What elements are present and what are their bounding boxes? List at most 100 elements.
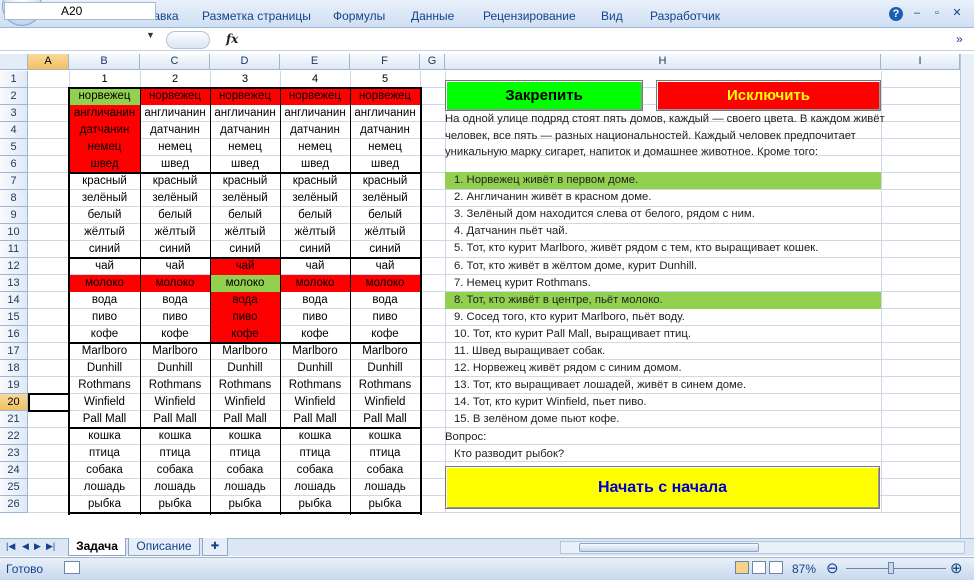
cell-drink-option[interactable]: вода — [350, 292, 420, 309]
cell-pet-option[interactable]: лошадь — [350, 479, 420, 496]
cell-nationality-option[interactable]: датчанин — [140, 122, 210, 139]
cell-nationality-option[interactable]: швед — [280, 156, 350, 173]
row-header-3[interactable]: 3 — [0, 105, 28, 122]
tab-formulas[interactable]: Формулы — [333, 9, 385, 23]
page-layout-view-icon[interactable] — [752, 561, 766, 574]
row-header-19[interactable]: 19 — [0, 377, 28, 394]
cell-nationality-option[interactable]: англичанин — [350, 105, 420, 122]
cell-cigarettes-option[interactable]: Pall Mall — [350, 411, 420, 428]
cell-pet-option[interactable]: кошка — [350, 428, 420, 445]
cell-color-option[interactable]: белый — [210, 207, 280, 224]
chevron-down-icon[interactable]: ▼ — [146, 30, 155, 40]
row-header-7[interactable]: 7 — [0, 173, 28, 190]
normal-view-icon[interactable] — [735, 561, 749, 574]
row-header-20[interactable]: 20 — [0, 394, 28, 411]
cell-cigarettes-option[interactable]: Dunhill — [280, 360, 350, 377]
row-header-14[interactable]: 14 — [0, 292, 28, 309]
cell-drink-option[interactable]: пиво — [350, 309, 420, 326]
cell-cigarettes-option[interactable]: Dunhill — [210, 360, 280, 377]
cell-pet-option[interactable]: лошадь — [210, 479, 280, 496]
cell-pet-option[interactable]: кошка — [69, 428, 140, 445]
fix-button[interactable]: Закрепить — [445, 80, 643, 111]
cell-color-option[interactable]: красный — [280, 173, 350, 190]
tab-page-layout[interactable]: Разметка страницы — [202, 9, 311, 23]
cell-pet-option[interactable]: птица — [210, 445, 280, 462]
cell-pet-option[interactable]: рыбка — [210, 496, 280, 513]
cell-color-option[interactable]: белый — [69, 207, 140, 224]
column-header-g[interactable]: G — [420, 54, 445, 70]
cell-pet-option[interactable]: собака — [210, 462, 280, 479]
cell-pet-option[interactable]: птица — [140, 445, 210, 462]
tab-developer[interactable]: Разработчик — [650, 9, 720, 23]
row-header-12[interactable]: 12 — [0, 258, 28, 275]
cell-nationality-option[interactable]: датчанин — [280, 122, 350, 139]
cell-nationality-option[interactable]: немец — [210, 139, 280, 156]
cell-drink-option[interactable]: молоко — [69, 275, 140, 292]
cell-cigarettes-option[interactable]: Rothmans — [280, 377, 350, 394]
column-header-e[interactable]: E — [280, 54, 350, 70]
cell-color-option[interactable]: зелёный — [210, 190, 280, 207]
last-sheet-icon[interactable]: ▶| — [46, 541, 55, 552]
column-header-d[interactable]: D — [210, 54, 280, 70]
row-header-15[interactable]: 15 — [0, 309, 28, 326]
row-header-24[interactable]: 24 — [0, 462, 28, 479]
exclude-button[interactable]: Исключить — [656, 80, 881, 111]
cell-nationality-option[interactable]: немец — [69, 139, 140, 156]
cell-cigarettes-option[interactable]: Rothmans — [210, 377, 280, 394]
cell-color-option[interactable]: синий — [350, 241, 420, 258]
cell-pet-option[interactable]: рыбка — [350, 496, 420, 513]
cell-nationality-option[interactable]: немец — [280, 139, 350, 156]
column-header-c[interactable]: C — [140, 54, 210, 70]
cell-nationality-option[interactable]: норвежец — [69, 88, 140, 105]
cell-cigarettes-option[interactable]: Rothmans — [140, 377, 210, 394]
cell-drink-option[interactable]: вода — [69, 292, 140, 309]
cell-cigarettes-option[interactable]: Dunhill — [69, 360, 140, 377]
cell-drink-option[interactable]: чай — [69, 258, 140, 275]
formula-controls[interactable] — [166, 31, 210, 49]
row-header-11[interactable]: 11 — [0, 241, 28, 258]
cell-pet-option[interactable]: собака — [350, 462, 420, 479]
row-header-2[interactable]: 2 — [0, 88, 28, 105]
cell-drink-option[interactable]: кофе — [69, 326, 140, 343]
cell-nationality-option[interactable]: швед — [210, 156, 280, 173]
cell-nationality-option[interactable]: англичанин — [69, 105, 140, 122]
column-header-h[interactable]: H — [445, 54, 881, 70]
fx-icon[interactable]: fx — [226, 32, 238, 46]
cell-drink-option[interactable]: кофе — [210, 326, 280, 343]
cell-nationality-option[interactable]: швед — [350, 156, 420, 173]
close-icon[interactable]: ✕ — [950, 6, 964, 20]
tab-data[interactable]: Данные — [411, 9, 454, 23]
cell-drink-option[interactable]: чай — [280, 258, 350, 275]
zoom-in-icon[interactable]: ⊕ — [950, 559, 963, 577]
cell-cigarettes-option[interactable]: Winfield — [280, 394, 350, 411]
macro-record-icon[interactable] — [64, 561, 80, 574]
first-sheet-icon[interactable]: |◀ — [6, 541, 15, 552]
cell-cigarettes-option[interactable]: Pall Mall — [69, 411, 140, 428]
name-box[interactable]: A20 — [4, 2, 156, 20]
tab-review[interactable]: Рецензирование — [483, 9, 576, 23]
cell-drink-option[interactable]: вода — [140, 292, 210, 309]
cell-drink-option[interactable]: молоко — [350, 275, 420, 292]
cell-pet-option[interactable]: рыбка — [280, 496, 350, 513]
cell-color-option[interactable]: белый — [140, 207, 210, 224]
cell-nationality-option[interactable]: немец — [140, 139, 210, 156]
cell-color-option[interactable]: синий — [69, 241, 140, 258]
select-all-corner[interactable] — [0, 54, 28, 70]
cell-pet-option[interactable]: кошка — [210, 428, 280, 445]
row-header-17[interactable]: 17 — [0, 343, 28, 360]
cell-drink-option[interactable]: молоко — [280, 275, 350, 292]
cell-pet-option[interactable]: кошка — [140, 428, 210, 445]
cell-color-option[interactable]: синий — [210, 241, 280, 258]
sheet-tab-task[interactable]: Задача — [68, 538, 126, 556]
cell-drink-option[interactable]: кофе — [350, 326, 420, 343]
column-header-b[interactable]: B — [69, 54, 140, 70]
cell-drink-option[interactable]: молоко — [210, 275, 280, 292]
cell-pet-option[interactable]: собака — [69, 462, 140, 479]
cell-cigarettes-option[interactable]: Winfield — [140, 394, 210, 411]
row-header-16[interactable]: 16 — [0, 326, 28, 343]
scroll-thumb[interactable] — [579, 543, 759, 552]
cell-cigarettes-option[interactable]: Winfield — [69, 394, 140, 411]
cell-pet-option[interactable]: лошадь — [69, 479, 140, 496]
cell-nationality-option[interactable]: норвежец — [350, 88, 420, 105]
row-header-23[interactable]: 23 — [0, 445, 28, 462]
